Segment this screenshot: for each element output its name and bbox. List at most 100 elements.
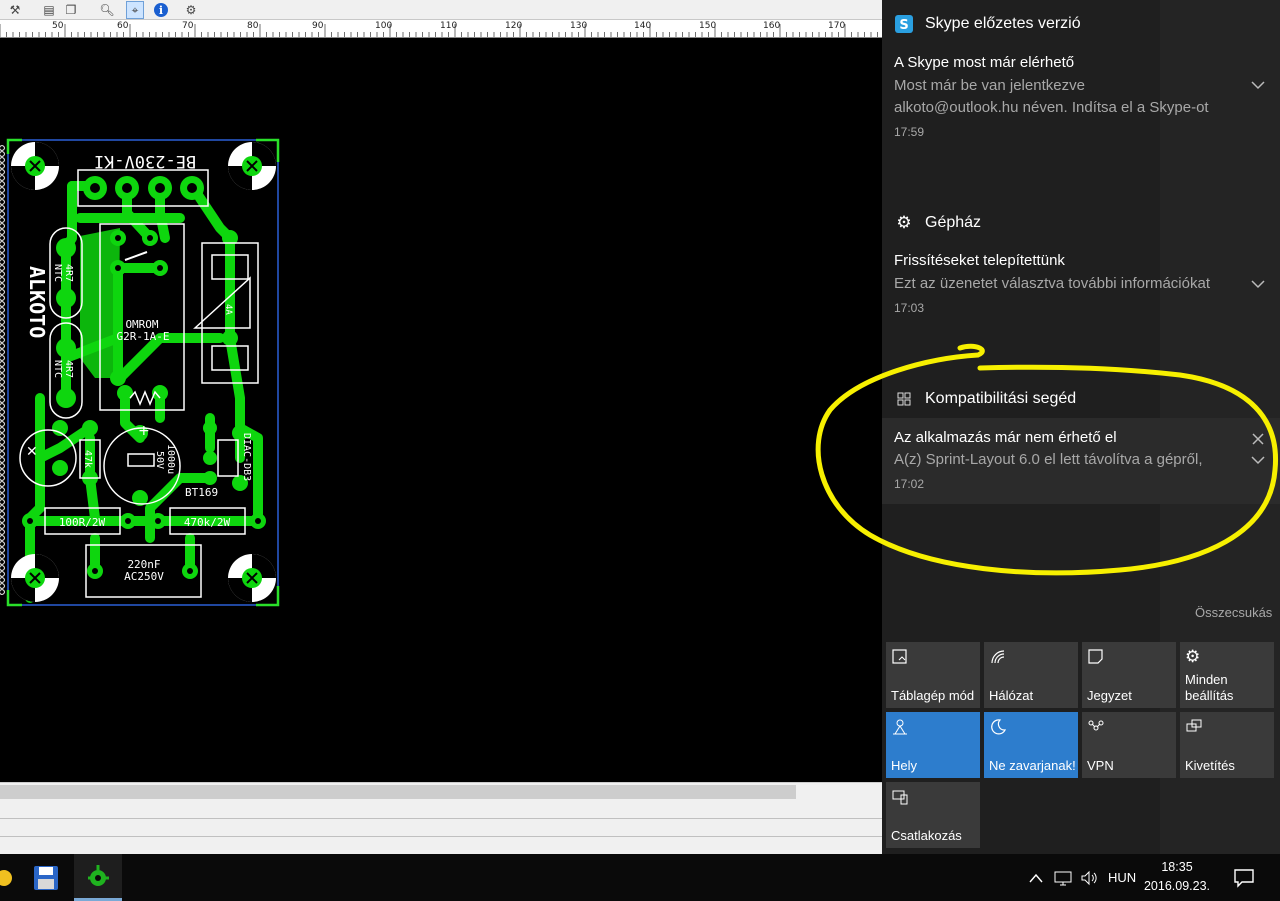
group-title-label: Kompatibilitási segéd [925,390,1077,407]
quick-action-network[interactable]: Hálózat [984,642,1078,708]
notification-time: 17:59 [894,125,925,139]
quick-action-all-settings[interactable]: ⚙ Minden beállítás [1180,642,1274,708]
relay-model: G2R-1A-E [117,330,170,343]
ntc1-value: 4R7 [63,264,74,282]
cap2-voltage: AC250V [124,570,164,583]
zoom-icon[interactable]: 🔍︎ [98,1,116,19]
quick-action-vpn[interactable]: VPN [1082,712,1176,778]
ruler-label: 140 [634,21,652,31]
notification-updates[interactable]: Frissítéseket telepítettünk Ezt az üzene… [882,246,1280,326]
pcb-canvas[interactable]: BE-230V-KI ALKOTO NTC 4R7 NTC 4R7 OMROM … [0,38,882,782]
floppy-save-icon[interactable] [22,854,70,901]
horizontal-ruler: 50 60 70 80 90 100 110 120 130 140 150 1… [0,20,882,38]
quick-action-note[interactable]: Jegyzet [1082,642,1176,708]
ntc2-label: NTC [52,360,63,378]
show-hidden-icons[interactable] [1028,854,1044,901]
close-icon[interactable] [1251,432,1265,446]
note-icon [1088,649,1103,664]
notification-icon [1234,869,1254,888]
quick-action-label: Jegyzet [1087,688,1132,703]
notification-body-line: A(z) Sprint-Layout 6.0 el lett távolítva… [894,451,1203,468]
connect-icon [892,790,908,805]
tablet-mode-icon [892,649,907,664]
notification-body-line: alkoto@outlook.hu néven. Indítsa el a Sk… [894,99,1209,116]
taskbar-clock[interactable]: 18:35 2016.09.23. [1142,858,1212,896]
res-470k-label: 470k/2W [184,516,231,529]
vpn-icon [1088,720,1104,731]
network-icon[interactable] [1054,854,1072,901]
ruler-label: 160 [763,21,781,31]
svg-text:S: S [899,18,908,33]
status-area [0,800,882,854]
quick-action-location[interactable]: Hely [886,712,980,778]
chevron-down-icon[interactable] [1250,455,1266,467]
svg-text:+: + [138,423,150,439]
tools-icon[interactable]: ⚒ [6,1,24,19]
notification-time: 17:02 [894,477,925,491]
screen: ⚒ ▤ ❐ 🔍︎ ⌖ i ⚙ 50 60 70 80 90 100 110 12… [0,0,1280,901]
notification-body-line: Ezt az üzenetet választva további inform… [894,275,1210,292]
volume-icon[interactable] [1080,854,1098,901]
clock-time: 18:35 [1161,860,1193,874]
scrollbar-thumb[interactable] [0,785,796,799]
collapse-link[interactable]: Összecsukás [1195,605,1272,620]
gear-icon: ⚙ [896,213,912,233]
notification-title: Az alkalmazás már nem érhető el [894,429,1117,446]
notification-title: A Skype most már elérhető [894,54,1075,71]
pcb-logo-text: ALKOTO [25,266,49,338]
ruler-label: 60 [117,21,129,31]
settings-icon[interactable]: ⚙ [182,1,200,19]
action-center: S Skype előzetes verzió A Skype most már… [882,0,1280,854]
pcb-title-text: BE-230V-KI [94,151,196,171]
action-center-button[interactable] [1226,862,1262,894]
res-47k-label: 47k [82,450,93,468]
compat-icon [894,389,914,409]
quick-action-label: Kivetítés [1185,758,1235,773]
ruler-label: 70 [182,21,194,31]
ntc1-label: NTC [52,264,63,282]
copy-icon[interactable]: ❐ [62,1,80,19]
notification-skype[interactable]: A Skype most már elérhető Most már be va… [882,48,1280,148]
diac-label: DIAC-DB3 [241,433,252,481]
cap-label: 1000u [165,444,176,474]
ruler-label: 170 [828,21,846,31]
quick-action-label: Hely [891,758,918,773]
moon-icon [991,719,1007,735]
language-indicator[interactable]: HUN [1108,854,1136,901]
quick-action-label: Ne zavarjanak! [989,758,1076,773]
quick-action-connect[interactable]: Csatlakozás [886,782,980,848]
group-settings[interactable]: ⚙ Gépház [894,213,981,233]
quick-action-label: Minden beállítás [1185,672,1234,703]
layers-icon[interactable]: ▤ [40,1,58,19]
ruler-label: 80 [247,21,259,31]
ruler-label: 120 [505,21,523,31]
ntc2-value: 4R7 [63,360,74,378]
group-title-label: Skype előzetes verzió [925,15,1081,32]
notification-body-line: Most már be van jelentkezve [894,77,1085,94]
group-compat[interactable]: Kompatibilitási segéd [894,389,1076,409]
select-icon[interactable]: ⌖ [126,1,144,19]
quick-action-quiet-hours[interactable]: Ne zavarjanak! [984,712,1078,778]
quick-action-project[interactable]: Kivetítés [1180,712,1274,778]
group-skype[interactable]: S Skype előzetes verzió [894,14,1081,34]
quick-action-tablet-mode[interactable]: Táblagép mód [886,642,980,708]
notification-compat[interactable]: Az alkalmazás már nem érhető el A(z) Spr… [882,418,1280,504]
network-icon [991,650,1005,664]
ruler-label: 90 [312,21,324,31]
info-icon[interactable]: i [152,1,170,19]
chevron-down-icon[interactable] [1250,80,1266,92]
pcb-drawing: BE-230V-KI ALKOTO NTC 4R7 NTC 4R7 OMROM … [0,138,280,607]
ruler-label: 100 [375,21,393,31]
ruler-label: 130 [570,21,588,31]
chevron-down-icon[interactable] [1250,279,1266,291]
ruler-label: 150 [699,21,717,31]
ruler-label: 50 [52,21,64,31]
notification-time: 17:03 [894,301,925,315]
sprint-layout-app-icon[interactable] [74,854,122,901]
project-icon [1186,719,1202,732]
notification-title: Frissítéseket telepítettünk [894,252,1065,269]
svg-text:✕: ✕ [26,444,38,460]
app-toolbar: ⚒ ▤ ❐ 🔍︎ ⌖ i ⚙ [0,0,882,20]
clock-date: 2016.09.23. [1143,879,1211,893]
horizontal-scrollbar[interactable] [0,782,882,800]
